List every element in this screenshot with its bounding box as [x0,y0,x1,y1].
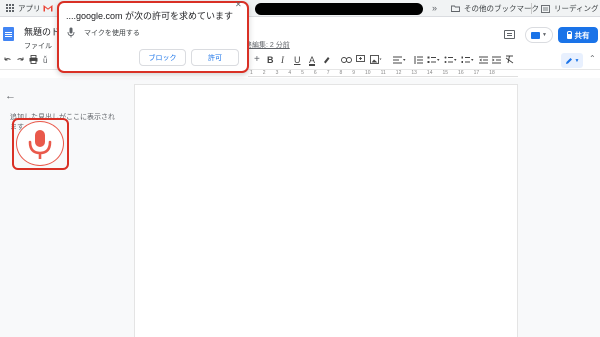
chevron-down-icon: ▼ [542,32,547,38]
decrease-indent-icon[interactable] [479,56,488,64]
insert-image-icon[interactable] [370,55,382,64]
lock-icon [566,30,572,39]
insert-link-icon[interactable] [341,57,352,63]
increase-indent-icon[interactable] [492,56,501,64]
print-icon[interactable] [29,55,38,64]
comment-history-icon[interactable] [504,30,515,39]
ruler-tick: 17 [473,70,480,76]
ruler-tick: 11 [380,70,386,76]
bookmark-apps-label: アプリ [18,3,41,13]
video-camera-icon [531,31,541,39]
checklist-icon[interactable] [427,56,440,64]
permission-dialog: ....google.com が次の許可を求めています マイクを使用する ブロッ… [57,1,249,73]
ruler-tick: 3 [275,70,279,76]
clear-formatting-icon[interactable] [505,55,514,64]
redo-icon[interactable] [16,56,25,64]
reading-list-label: リーディング [554,4,599,13]
numbered-list-icon[interactable] [461,56,474,64]
share-button[interactable]: 共有 [558,27,598,43]
bookmark-other-label: その他のブックマーク [464,4,539,13]
voice-typing-highlight [12,118,69,170]
bookmark-apps[interactable]: アプリ [6,3,41,14]
more-bookmarks-icon[interactable]: » [432,3,437,13]
add-comment-icon[interactable] [356,55,365,64]
allow-button[interactable]: 許可 [191,49,239,66]
text-color-button[interactable]: A [309,54,315,66]
ruler-tick: 8 [339,70,343,76]
pencil-icon [565,57,572,64]
ruler-tick: 6 [313,70,317,76]
bookmark-other-folder[interactable]: その他のブックマーク [451,0,539,17]
permission-request: マイクを使用する [84,30,140,37]
ruler-tick: 15 [442,70,449,76]
voice-typing-button[interactable] [16,121,64,166]
share-label: 共有 [574,30,590,40]
ruler-tick: 14 [426,70,433,76]
bulleted-list-icon[interactable] [444,56,457,64]
redacted-bookmarks [255,3,423,15]
ruler[interactable]: 1 2 3 4 5 6 7 8 9 10 11 12 13 14 15 16 1… [248,70,518,77]
microphone-icon [28,129,52,159]
docs-logo-icon[interactable] [3,27,14,41]
document-page[interactable] [135,85,517,337]
underline-button[interactable]: U [294,54,301,66]
bookmarks-divider [531,3,532,14]
reading-list-icon [541,4,550,13]
meet-button[interactable]: ▼ [525,27,553,43]
ruler-tick: 4 [288,70,292,76]
bold-button[interactable]: B [267,54,274,66]
permission-title: ....google.com が次の許可を求めています [66,11,234,21]
close-outline-icon[interactable]: ← [5,90,16,102]
menu-file[interactable]: ファイル [24,41,52,51]
bookmark-reading-list[interactable]: リーディング [541,0,598,17]
ruler-tick: 1 [250,70,253,76]
ruler-tick: 16 [458,70,464,76]
editing-mode-button[interactable]: ▼ [561,53,583,68]
ruler-tick: 13 [411,70,417,76]
line-spacing-icon[interactable] [414,56,423,64]
microphone-icon [67,27,75,38]
ruler-tick: 18 [489,70,495,76]
ruler-tick: 10 [365,70,371,76]
increase-font-size-icon[interactable]: + [254,54,260,66]
chevron-down-icon: ▼ [574,57,580,64]
folder-icon [451,5,460,12]
spellcheck-icon[interactable]: ǚ [43,55,47,67]
ruler-tick: 2 [262,70,266,76]
block-button[interactable]: ブロック [139,49,186,66]
collapse-menus-icon[interactable]: ⌃ [589,54,596,63]
ruler-tick: 12 [395,70,402,76]
apps-grid-icon [6,4,14,12]
ruler-tick: 5 [301,70,304,76]
italic-button[interactable]: I [281,54,284,66]
document-title[interactable]: 無題のド [24,25,60,38]
highlight-color-icon[interactable] [322,55,331,65]
ruler-tick: 9 [352,70,356,76]
undo-icon[interactable] [3,56,12,64]
align-icon[interactable] [393,56,406,64]
gmail-icon[interactable] [43,4,53,12]
ruler-tick: 7 [326,70,330,76]
close-icon[interactable]: ✕ [235,0,242,9]
